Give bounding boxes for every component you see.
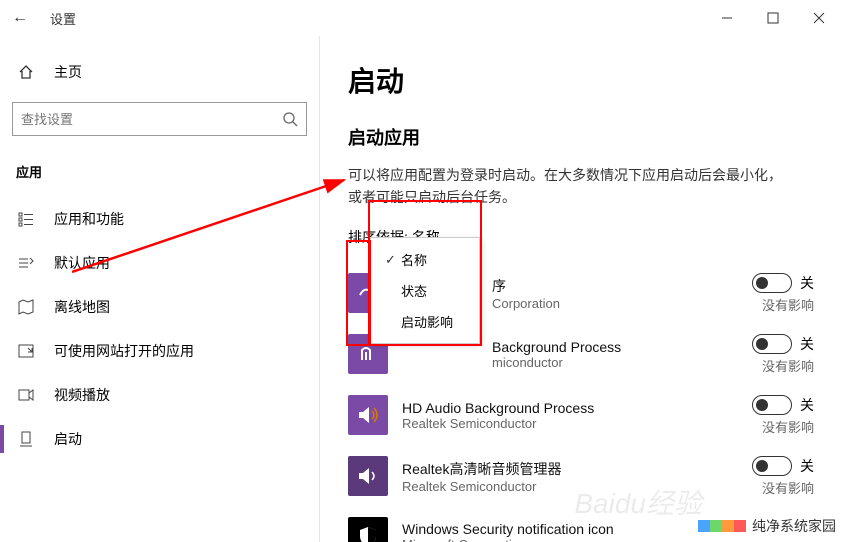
description-text: 可以将应用配置为登录时启动。在大多数情况下应用启动后会最小化，或者可能只启动后台… [348, 164, 788, 209]
toggle-label: 关 [800, 273, 814, 293]
startup-app-row: Realtek高清晰音频管理器 Realtek Semiconductor 关 … [348, 446, 814, 507]
map-icon [16, 299, 36, 315]
speaker-icon [348, 456, 388, 496]
list-icon [16, 211, 36, 227]
impact-label: 没有影响 [724, 478, 814, 497]
sidebar-item-label: 可使用网站打开的应用 [54, 341, 194, 361]
dropdown-item-status[interactable]: 状态 [371, 275, 479, 306]
toggle-label: 关 [800, 456, 814, 476]
titlebar: ← 设置 [0, 0, 842, 36]
sidebar-item-default-apps[interactable]: 默认应用 [0, 241, 319, 285]
window-title: 设置 [50, 9, 76, 28]
dropdown-item-name[interactable]: ✓名称 [371, 244, 479, 275]
toggle-switch[interactable] [752, 273, 792, 293]
sort-dropdown-menu: ✓名称 状态 启动影响 [370, 237, 480, 344]
back-button[interactable]: ← [0, 9, 40, 27]
check-icon: ✓ [385, 252, 401, 268]
app-name: HD Audio Background Process [402, 400, 724, 416]
sidebar-item-label: 默认应用 [54, 253, 110, 273]
toggle-switch[interactable] [752, 395, 792, 415]
brand-badge: 纯净系统家园 [698, 516, 836, 536]
app-publisher: miconductor [402, 355, 724, 370]
dropdown-item-impact[interactable]: 启动影响 [371, 306, 479, 337]
shield-icon [348, 517, 388, 542]
sidebar-item-startup[interactable]: 启动 [0, 417, 319, 461]
app-name: Realtek高清晰音频管理器 [402, 459, 724, 479]
brand-text: 纯净系统家园 [752, 516, 836, 536]
toggle-switch[interactable] [752, 456, 792, 476]
sidebar-item-offline-maps[interactable]: 离线地图 [0, 285, 319, 329]
speaker-icon [348, 395, 388, 435]
app-publisher: Microsoft Corporation [402, 537, 724, 542]
sidebar-item-label: 启动 [54, 429, 82, 449]
sidebar: 主页 应用 应用和功能 默认应用 离线地图 可使用网站打开的应用 [0, 36, 320, 542]
app-publisher: Realtek Semiconductor [402, 416, 724, 431]
app-publisher: Realtek Semiconductor [402, 479, 724, 494]
website-icon [16, 343, 36, 359]
sidebar-item-label: 离线地图 [54, 297, 110, 317]
defaults-icon [16, 255, 36, 271]
page-title: 启动 [348, 60, 814, 100]
home-label: 主页 [54, 62, 82, 82]
close-button[interactable] [796, 3, 842, 33]
home-icon [16, 64, 36, 80]
sidebar-item-label: 视频播放 [54, 385, 110, 405]
toggle-label: 关 [800, 395, 814, 415]
impact-label: 没有影响 [724, 295, 814, 314]
brand-logo-icon [698, 520, 746, 532]
toggle-label: 关 [800, 334, 814, 354]
startup-app-row: HD Audio Background Process Realtek Semi… [348, 385, 814, 446]
section-label: 应用 [0, 156, 319, 187]
app-name: Windows Security notification icon [402, 521, 724, 537]
sidebar-item-apps-for-websites[interactable]: 可使用网站打开的应用 [0, 329, 319, 373]
maximize-button[interactable] [750, 3, 796, 33]
video-icon [16, 387, 36, 403]
search-field[interactable] [21, 112, 282, 127]
impact-label: 没有影响 [724, 356, 814, 375]
minimize-button[interactable] [704, 3, 750, 33]
section-title: 启动应用 [348, 124, 814, 150]
home-link[interactable]: 主页 [0, 56, 319, 88]
toggle-switch[interactable] [752, 334, 792, 354]
startup-icon [16, 431, 36, 447]
search-icon [282, 111, 298, 127]
sidebar-item-apps-features[interactable]: 应用和功能 [0, 197, 319, 241]
sidebar-item-label: 应用和功能 [54, 209, 124, 229]
impact-label: 没有影响 [724, 417, 814, 436]
sidebar-item-video-playback[interactable]: 视频播放 [0, 373, 319, 417]
search-input[interactable] [12, 102, 307, 136]
